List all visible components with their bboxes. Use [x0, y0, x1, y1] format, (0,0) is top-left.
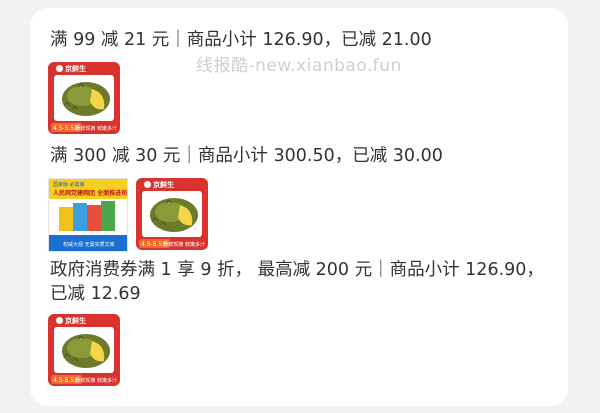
brand-label: 京鲜生 [144, 180, 174, 190]
footer-text: 新鲜现摘 鲜嫩多汁 [75, 126, 117, 132]
watermark: 线报酷-new.xianbao.fun [196, 56, 402, 76]
footer-text: 新鲜现摘 鲜嫩多汁 [75, 378, 117, 384]
durian-icon [62, 82, 110, 116]
brand-logo-icon [144, 181, 151, 188]
product-image-area [54, 327, 114, 373]
brand-logo-icon [56, 65, 63, 72]
brand-label: 京鲜生 [56, 64, 86, 74]
promo-line-1: 满 99 减 21 元｜商品小计 126.90，已减 21.00 [50, 30, 432, 50]
product-thumbnail-durian[interactable]: 京鲜生 4.5-5.5斤 新鲜现摘 鲜嫩多汁 [48, 62, 120, 134]
product-thumbnail-durian[interactable]: 京鲜生 4.5-5.5斤 新鲜现摘 鲜嫩多汁 [48, 314, 120, 386]
product-thumbnail-book[interactable]: 国家版 必需版 人民网党建网团 全面推进司品牌 权威大观 无需实质文库 [48, 178, 128, 252]
promo-line-2: 满 300 减 30 元｜商品小计 300.50，已减 30.00 [50, 146, 443, 166]
book-tag: 国家版 必需版 [53, 182, 85, 188]
book-headline: 人民网党建网团 全面推进司品牌 [53, 190, 128, 197]
books-icon [59, 201, 115, 231]
product-image-area [142, 191, 202, 237]
product-thumbnail-durian[interactable]: 京鲜生 4.5-5.5斤 新鲜现摘 鲜嫩多汁 [136, 178, 208, 250]
durian-icon [150, 198, 198, 232]
promo-line-3-cont: 已减 12.69 [50, 284, 141, 304]
durian-icon [62, 334, 110, 368]
brand-label: 京鲜生 [56, 316, 86, 326]
product-image-area [54, 75, 114, 121]
brand-logo-icon [56, 317, 63, 324]
book-footer-text: 权威大观 无需实质文库 [63, 242, 115, 248]
promo-line-3: 政府消费券满 1 享 9 折， 最高减 200 元｜商品小计 126.90， [50, 260, 544, 280]
footer-text: 新鲜现摘 鲜嫩多汁 [163, 242, 205, 248]
